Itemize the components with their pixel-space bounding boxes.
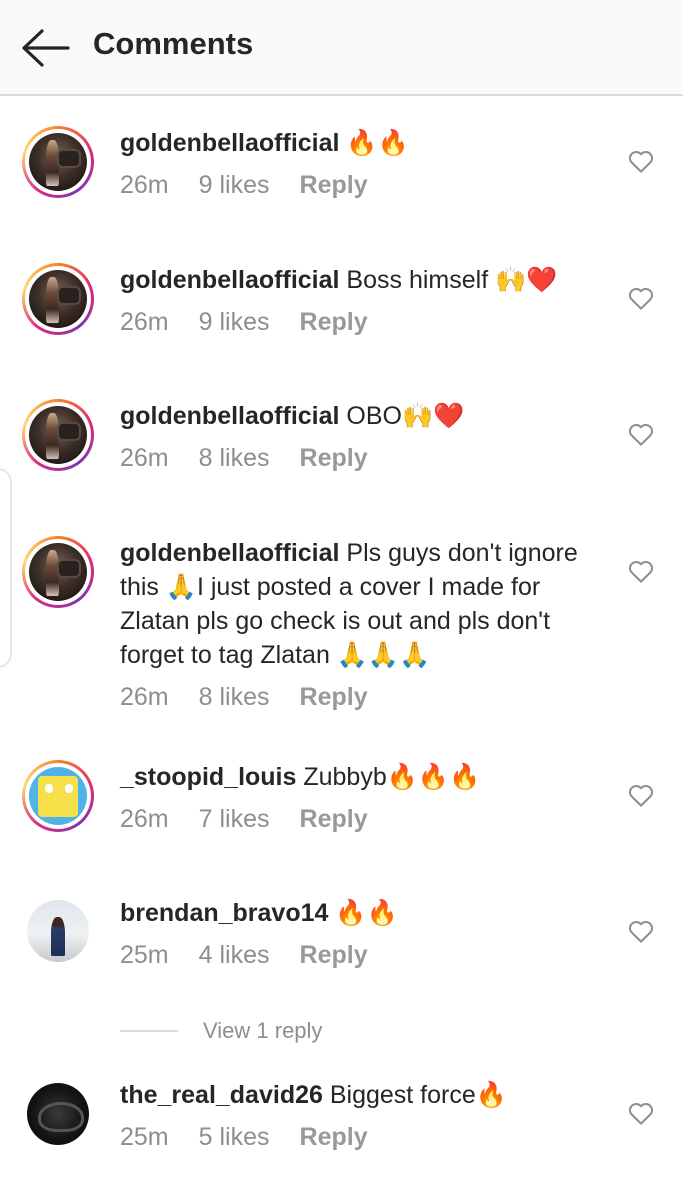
avatar[interactable] xyxy=(22,126,94,198)
comment-meta: 26m 9 likes Reply xyxy=(120,171,398,200)
heart-icon[interactable] xyxy=(626,916,656,946)
comment-meta: 26m 8 likes Reply xyxy=(120,444,398,473)
page-title: Comments xyxy=(93,26,254,61)
comment-likes[interactable]: 7 likes xyxy=(199,805,270,833)
comment-body: OBO🙌❤️ xyxy=(339,402,465,430)
comment-meta: 26m 7 likes Reply xyxy=(120,805,398,834)
comment-likes[interactable]: 5 likes xyxy=(199,1123,270,1151)
heart-icon[interactable] xyxy=(626,1098,656,1128)
comment-username[interactable]: goldenbellaofficial xyxy=(120,266,339,294)
comment-likes[interactable]: 9 likes xyxy=(199,308,270,336)
comment-likes[interactable]: 8 likes xyxy=(199,444,270,472)
comment-body: Zubbyb🔥🔥🔥 xyxy=(296,763,481,791)
view-replies-button[interactable]: View 1 reply xyxy=(120,1018,322,1044)
comment-meta: 26m 9 likes Reply xyxy=(120,308,398,337)
heart-icon[interactable] xyxy=(626,556,656,586)
comment-time: 26m xyxy=(120,171,169,199)
reply-button[interactable]: Reply xyxy=(300,1123,368,1151)
reply-thread-divider xyxy=(120,1030,178,1032)
avatar[interactable] xyxy=(27,900,89,962)
reply-button[interactable]: Reply xyxy=(300,308,368,336)
comment-body: 🔥🔥 xyxy=(339,129,409,157)
comment-time: 25m xyxy=(120,941,169,969)
comment-username[interactable]: brendan_bravo14 xyxy=(120,899,328,927)
comment-username[interactable]: _stoopid_louis xyxy=(120,763,296,791)
avatar[interactable] xyxy=(27,1083,89,1145)
reply-button[interactable]: Reply xyxy=(300,941,368,969)
heart-icon[interactable] xyxy=(626,283,656,313)
comment-body: Biggest force🔥 xyxy=(322,1081,507,1109)
avatar[interactable] xyxy=(22,263,94,335)
avatar[interactable] xyxy=(22,399,94,471)
arrow-left-icon[interactable] xyxy=(20,28,70,68)
comment-time: 26m xyxy=(120,444,169,472)
comment-username[interactable]: the_real_david26 xyxy=(120,1081,323,1109)
comment-body: Boss himself 🙌❤️ xyxy=(339,266,558,294)
comment-body: 🔥🔥 xyxy=(328,899,398,927)
comment-time: 26m xyxy=(120,805,169,833)
comment-likes[interactable]: 8 likes xyxy=(199,683,270,711)
comment-meta: 25m 4 likes Reply xyxy=(120,941,398,970)
reply-button[interactable]: Reply xyxy=(300,683,368,711)
comment-meta: 26m 8 likes Reply xyxy=(120,683,398,712)
view-replies-label: View 1 reply xyxy=(203,1018,323,1043)
reply-button[interactable]: Reply xyxy=(300,805,368,833)
comment-time: 26m xyxy=(120,308,169,336)
comment-likes[interactable]: 9 likes xyxy=(199,171,270,199)
comment-username[interactable]: goldenbellaofficial xyxy=(120,129,339,157)
reply-button[interactable]: Reply xyxy=(300,444,368,472)
comment-time: 25m xyxy=(120,1123,169,1151)
top-bar: Comments xyxy=(0,0,683,96)
comment-username[interactable]: goldenbellaofficial xyxy=(120,402,339,430)
comment-likes[interactable]: 4 likes xyxy=(199,941,270,969)
heart-icon[interactable] xyxy=(626,419,656,449)
comment-time: 26m xyxy=(120,683,169,711)
comment-meta: 25m 5 likes Reply xyxy=(120,1123,398,1152)
reply-button[interactable]: Reply xyxy=(300,171,368,199)
comment-username[interactable]: goldenbellaofficial xyxy=(120,539,339,567)
avatar[interactable] xyxy=(22,536,94,608)
avatar[interactable] xyxy=(22,760,94,832)
heart-icon[interactable] xyxy=(626,780,656,810)
heart-icon[interactable] xyxy=(626,146,656,176)
side-drawer-handle[interactable] xyxy=(0,468,12,668)
